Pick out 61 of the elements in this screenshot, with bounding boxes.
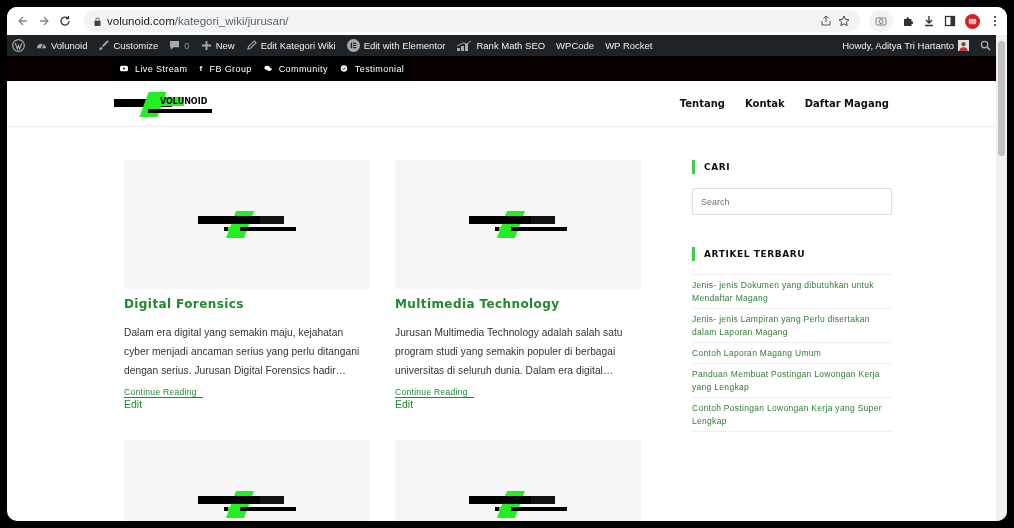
- address-bar[interactable]: volunoid.com/kategori_wiki/jurusan/: [84, 10, 860, 32]
- scrollbar[interactable]: [996, 35, 1007, 521]
- account-menu[interactable]: Howdy, Aditya Tri Hartanto: [842, 40, 969, 51]
- admin-bar-item[interactable]: Customize: [98, 40, 159, 51]
- admin-bar-item[interactable]: Edit with Elementor: [346, 39, 446, 52]
- continue-reading-link[interactable]: Continue Reading: [395, 387, 474, 398]
- continue-reading-link[interactable]: Continue Reading: [124, 387, 203, 398]
- admin-bar-item[interactable]: New: [200, 40, 235, 51]
- brush-icon: [98, 40, 110, 51]
- article-link[interactable]: Contoh Laporan Magang Umum: [692, 347, 892, 360]
- pencil-icon: [245, 40, 257, 51]
- camera-icon[interactable]: [875, 15, 887, 27]
- forward-icon[interactable]: [38, 15, 50, 27]
- back-icon[interactable]: [17, 15, 29, 27]
- elementor-icon: [346, 39, 360, 52]
- admin-bar-item[interactable]: Edit Kategori Wiki: [245, 40, 336, 51]
- edit-link[interactable]: Edit: [124, 398, 143, 410]
- admin-bar-item[interactable]: Rank Math SEO: [456, 39, 546, 52]
- plus-icon: [200, 40, 212, 51]
- avatar-icon: [958, 40, 969, 51]
- chat-icon: [263, 65, 272, 72]
- wordpress-icon: [12, 39, 25, 52]
- article-link[interactable]: Contoh Postingan Lowongan Kerja yang Super Lengkap: [692, 402, 892, 428]
- admin-bar-item[interactable]: [12, 39, 25, 52]
- top-bar-link[interactable]: Live Stream: [120, 63, 188, 74]
- nav-link[interactable]: Kontak: [745, 98, 785, 109]
- widget-title: ARTIKEL TERBARU: [692, 247, 892, 261]
- post-excerpt: Jurusan Multimedia Technology adalah salah satu program studi yang semakin populer di berbagai universitas di seluruh dunia. Dalam era digital…: [395, 326, 624, 378]
- puzzle-icon[interactable]: [902, 15, 914, 27]
- admin-bar-item[interactable]: Volunoid: [36, 40, 88, 51]
- article-link[interactable]: Jenis- jenis Lampiran yang Perlu disertakan dalam Laporan Magang: [692, 313, 892, 339]
- profile-icon[interactable]: [965, 13, 980, 29]
- search-icon[interactable]: [980, 40, 991, 51]
- article-link[interactable]: Jenis- jenis Dokumen yang dibutuhkan untuk Mendaftar Magang: [692, 279, 892, 305]
- download-icon[interactable]: [923, 15, 935, 27]
- post-excerpt: Dalam era digital yang semakin maju, kejahatan cyber menjadi ancaman serius yang perlu ditangani dengan serius. Jurusan Digital Forensics hadir…: [124, 326, 361, 378]
- top-bar-link[interactable]: Testimonial: [339, 63, 405, 74]
- admin-bar-item[interactable]: 0: [169, 40, 190, 51]
- admin-bar-item[interactable]: WP Rocket: [605, 40, 653, 51]
- top-bar-link[interactable]: Community: [263, 63, 328, 74]
- star-icon[interactable]: [838, 15, 850, 27]
- comment-icon: [169, 40, 181, 51]
- top-bar-link[interactable]: f FB Group: [199, 63, 252, 74]
- share-icon[interactable]: [820, 15, 832, 27]
- nav-link[interactable]: Tentang: [679, 98, 725, 109]
- edit-link[interactable]: Edit: [395, 398, 414, 410]
- admin-bar-item[interactable]: WPCode: [556, 40, 595, 51]
- reload-icon[interactable]: [59, 15, 71, 27]
- nav-link[interactable]: Daftar Magang: [804, 98, 889, 109]
- search-field[interactable]: Search: [692, 188, 892, 215]
- check-circle-icon: [339, 65, 348, 72]
- site-logo[interactable]: VOLUNOID: [114, 90, 212, 117]
- lock-icon: [94, 16, 101, 26]
- post-title[interactable]: Digital Forensics: [124, 297, 244, 311]
- post-title[interactable]: Multimedia Technology: [395, 297, 560, 311]
- video-icon: [120, 65, 128, 72]
- article-link[interactable]: Panduan Membuat Postingan Lowongan Kerja yang Lengkap: [692, 368, 892, 394]
- chart-icon: [456, 39, 473, 52]
- scrollbar-thumb[interactable]: [998, 41, 1005, 156]
- widget-title: CARI: [692, 160, 892, 174]
- side-panel-icon[interactable]: [944, 15, 956, 27]
